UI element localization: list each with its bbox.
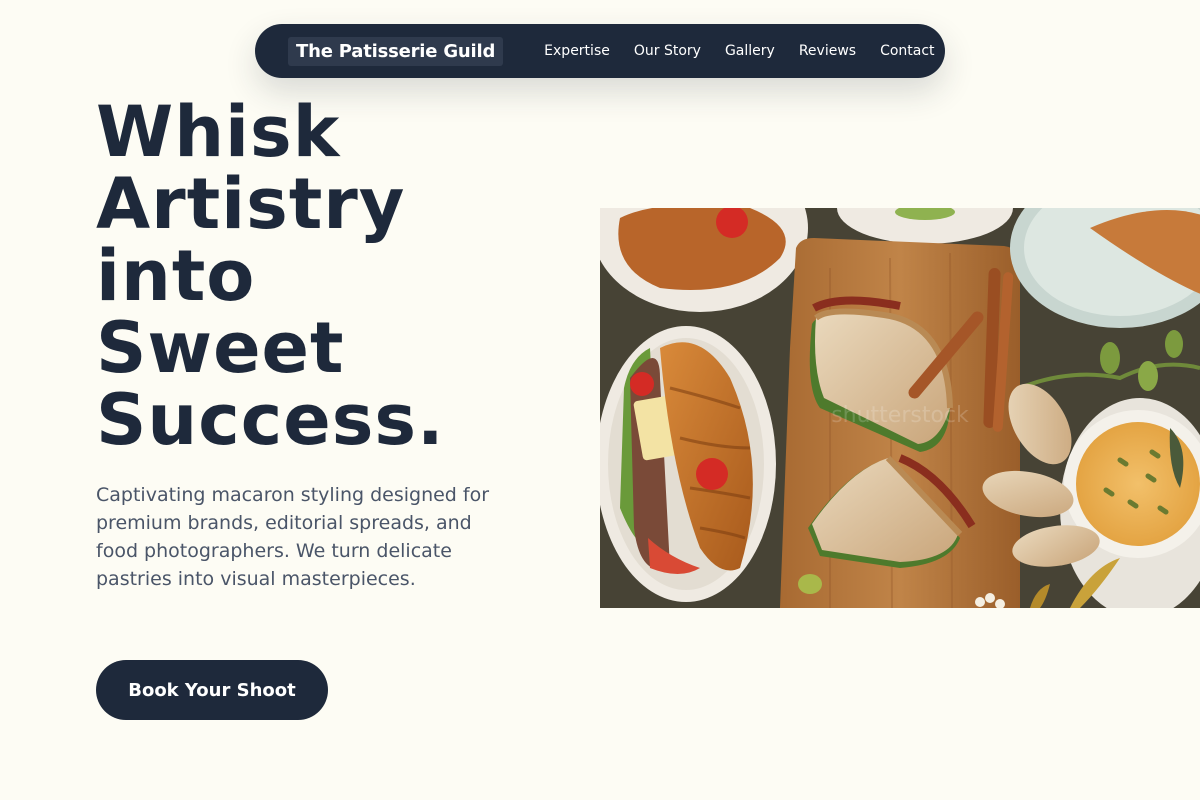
nav-link-expertise[interactable]: Expertise: [544, 43, 610, 59]
hero-title-line: Success.: [96, 379, 445, 461]
brand-logo[interactable]: The Patisserie Guild: [288, 36, 504, 66]
hero-title-line: into: [96, 235, 256, 317]
nav-link-our-story[interactable]: Our Story: [634, 43, 701, 59]
hero-title-line: Artistry: [96, 163, 406, 245]
hero-title-line: Whisk: [96, 91, 341, 173]
nav-link-gallery[interactable]: Gallery: [725, 43, 775, 59]
top-nav: The Patisserie Guild Expertise Our Story…: [255, 24, 945, 78]
page: The Patisserie Guild Expertise Our Story…: [0, 0, 1200, 800]
hero-title-line: Sweet: [96, 307, 345, 389]
nav-link-reviews[interactable]: Reviews: [799, 43, 856, 59]
hero-title: Whisk Artistry into Sweet Success.: [96, 96, 566, 456]
hero-subtitle: Captivating macaron styling designed for…: [96, 484, 490, 590]
nav-links: Expertise Our Story Gallery Reviews Cont…: [544, 43, 934, 59]
nav-link-contact[interactable]: Contact: [880, 43, 934, 59]
book-shoot-button[interactable]: Book Your Shoot: [96, 660, 328, 720]
hero-food-photo: shutterstock: [600, 208, 1200, 608]
image-watermark: shutterstock: [831, 403, 969, 428]
